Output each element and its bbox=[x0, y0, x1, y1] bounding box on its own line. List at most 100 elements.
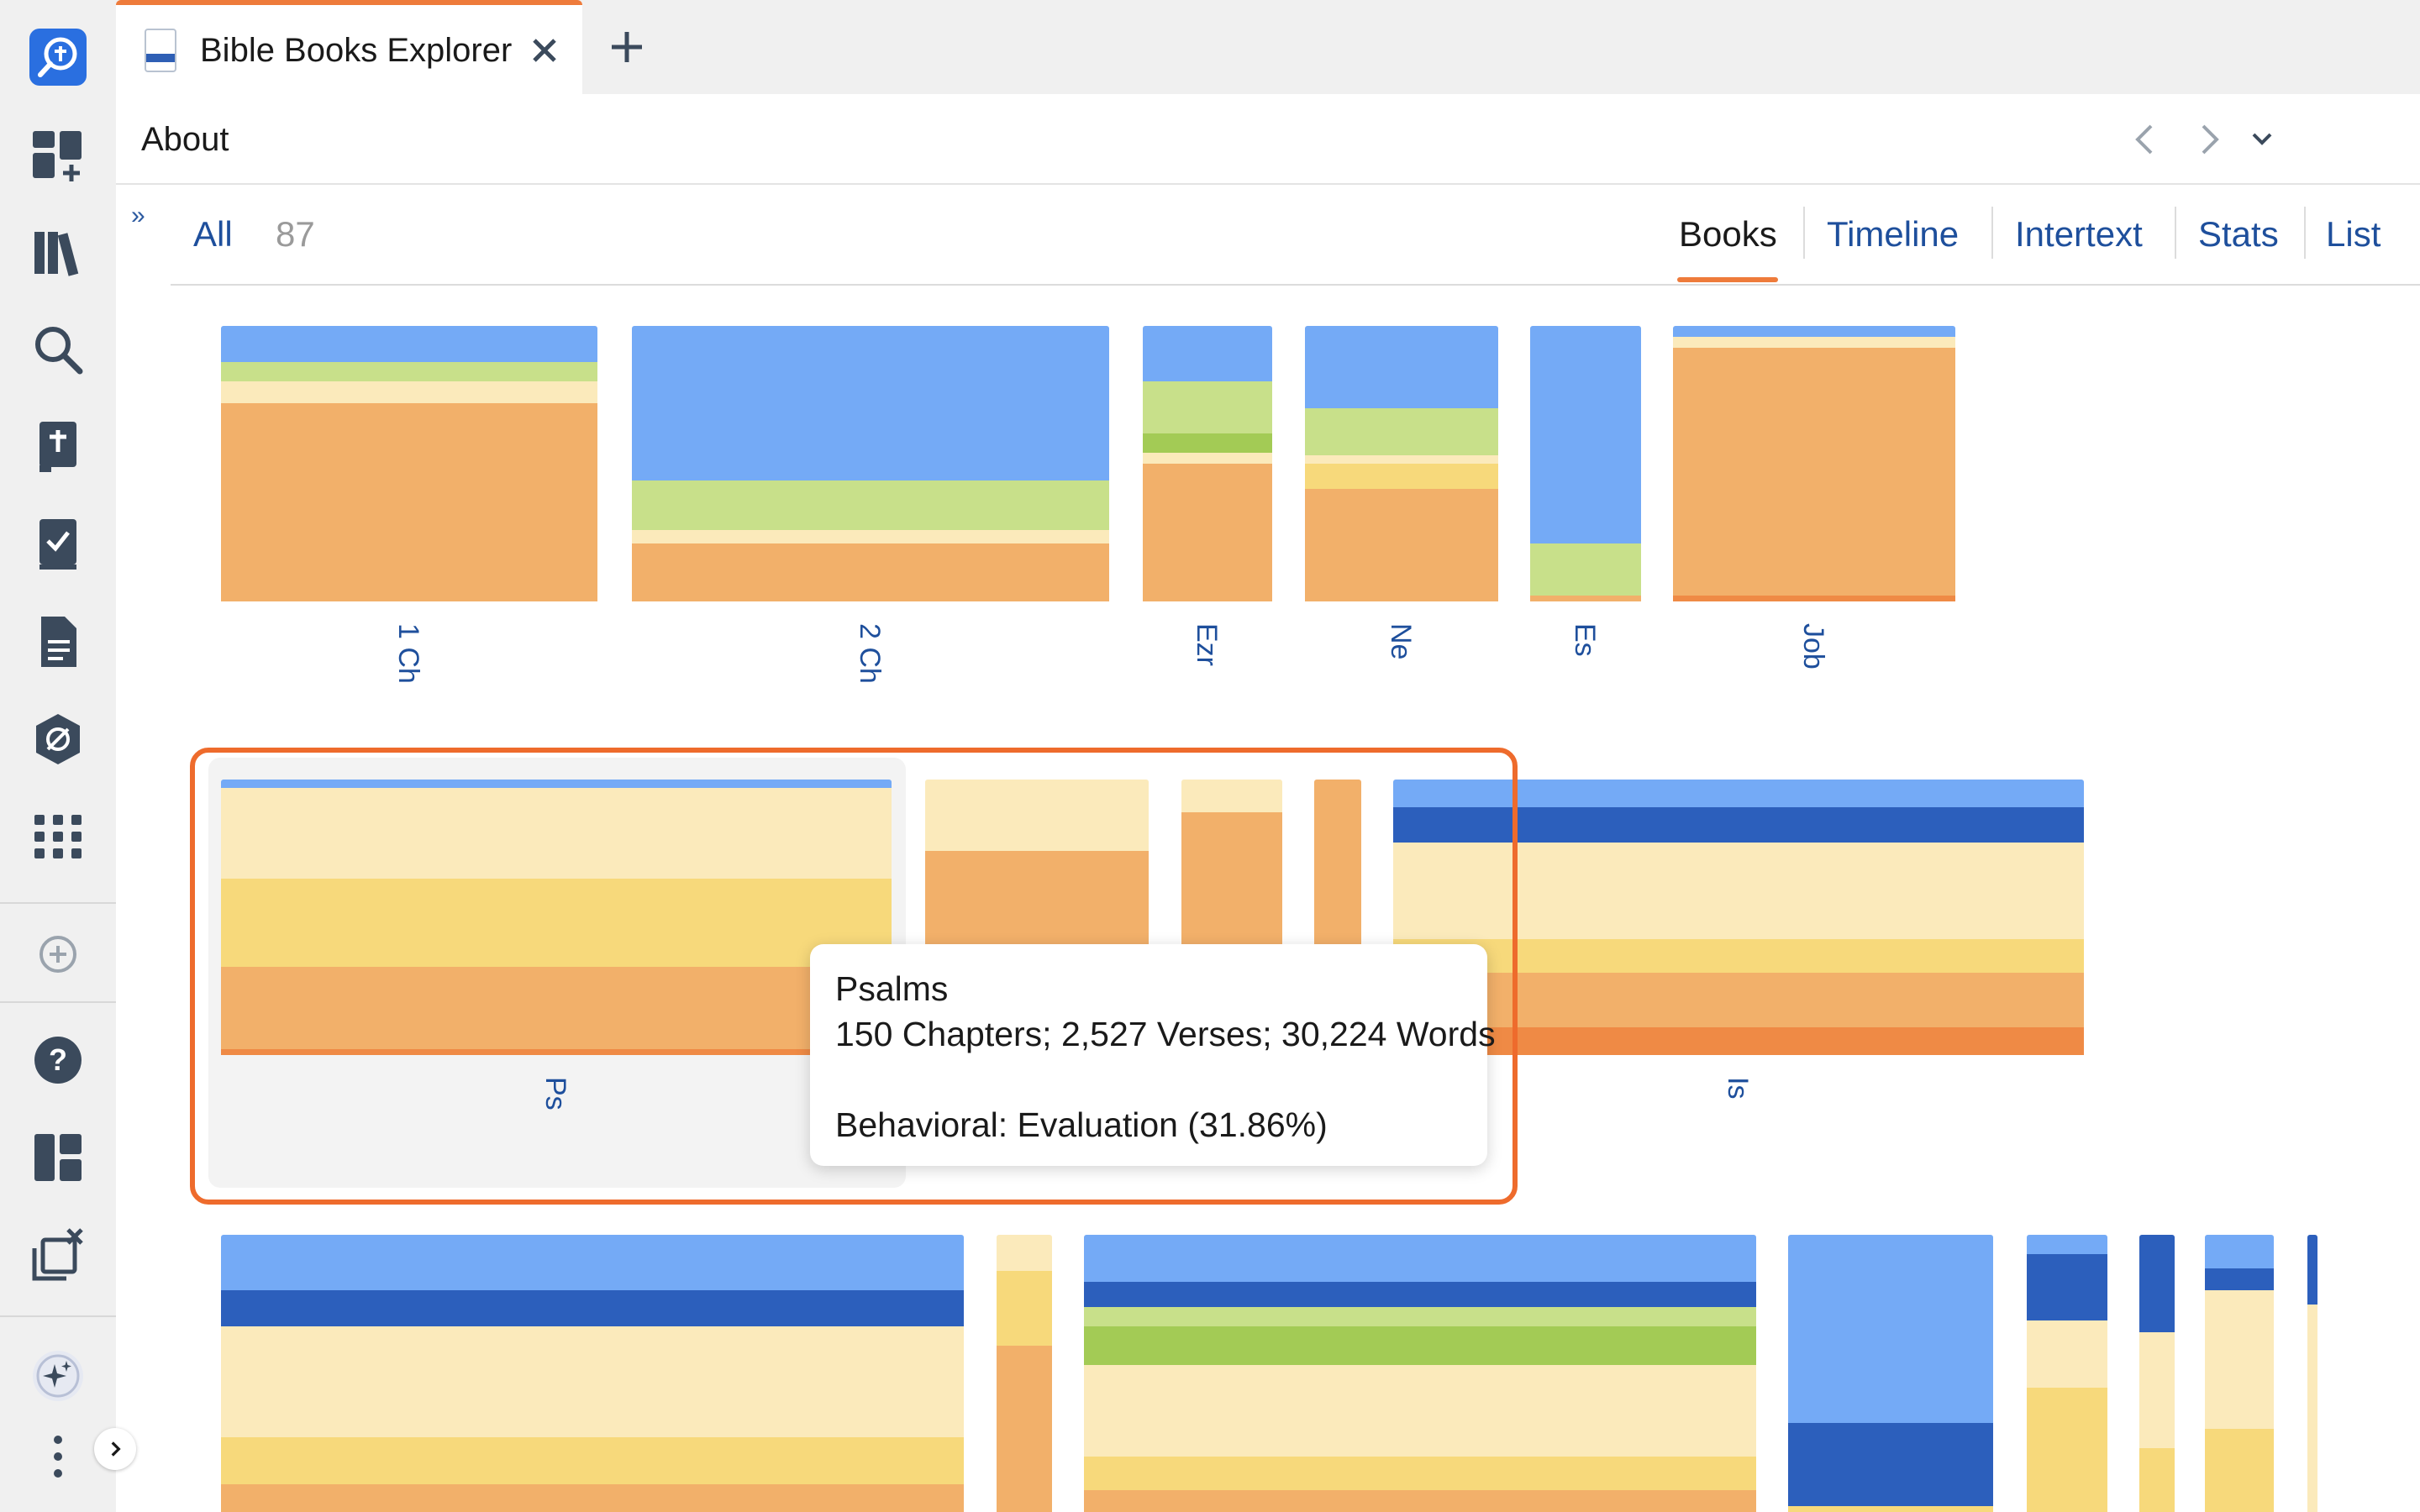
book-label[interactable]: 1 Ch bbox=[392, 623, 424, 684]
add-icon[interactable] bbox=[29, 926, 87, 983]
book-segment bbox=[221, 967, 892, 1051]
book-segment bbox=[1143, 381, 1272, 434]
book-tile[interactable] bbox=[2027, 1235, 2107, 1512]
book-segment bbox=[1084, 1326, 1756, 1367]
book-tile[interactable] bbox=[221, 326, 597, 601]
book-segment bbox=[2027, 1320, 2107, 1389]
book-segment bbox=[1673, 348, 1955, 597]
book-label[interactable]: Ps bbox=[539, 1077, 571, 1110]
book-segment bbox=[1393, 806, 2084, 844]
book-tile[interactable] bbox=[1143, 326, 1272, 601]
book-tile[interactable] bbox=[1393, 780, 2084, 1055]
book-label[interactable]: 2 Ch bbox=[854, 623, 886, 684]
book-segment bbox=[1143, 464, 1272, 601]
book-tile[interactable] bbox=[1530, 326, 1641, 601]
book-segment bbox=[1181, 780, 1282, 814]
book-segment bbox=[221, 326, 597, 363]
book-tile[interactable] bbox=[997, 1235, 1052, 1512]
book-segment bbox=[1393, 972, 2084, 1029]
book-segment bbox=[1084, 1282, 1756, 1308]
expand-icon[interactable] bbox=[94, 1428, 136, 1470]
sidebar-divider bbox=[0, 902, 116, 904]
tooltip-detail: Behavioral: Evaluation (31.86%) bbox=[835, 1105, 1328, 1144]
layouts-icon[interactable] bbox=[29, 1129, 87, 1186]
book-segment bbox=[1788, 1235, 1993, 1425]
bible-search-icon[interactable] bbox=[29, 29, 87, 86]
book-segment bbox=[1530, 543, 1641, 597]
book-segment bbox=[221, 1049, 892, 1055]
book-segment bbox=[221, 879, 892, 969]
forward-icon[interactable] bbox=[2188, 119, 2228, 160]
book-segment bbox=[1673, 326, 1955, 339]
book-tile[interactable] bbox=[1673, 326, 1955, 601]
book-tile[interactable] bbox=[1305, 326, 1498, 601]
filter-all-label[interactable]: All bbox=[193, 213, 233, 255]
search-icon[interactable] bbox=[29, 321, 87, 378]
bible-icon[interactable] bbox=[29, 418, 87, 475]
apps-grid-icon[interactable] bbox=[29, 808, 87, 865]
book-segment bbox=[1084, 1457, 1756, 1491]
tab-intertext[interactable]: Intertext bbox=[2015, 213, 2143, 255]
book-segment bbox=[1530, 326, 1641, 545]
book-label[interactable]: Is bbox=[1722, 1077, 1754, 1099]
book-segment bbox=[2205, 1235, 2274, 1269]
book-segment bbox=[2205, 1290, 2274, 1430]
book-segment bbox=[1084, 1306, 1756, 1327]
book-label[interactable]: Es bbox=[1569, 623, 1601, 657]
book-segment bbox=[2027, 1235, 2107, 1256]
dashboard-add-icon[interactable] bbox=[29, 126, 87, 183]
ai-sparkle-icon[interactable] bbox=[29, 1347, 87, 1404]
book-segment bbox=[632, 326, 1109, 481]
collapse-toggle-icon[interactable]: » bbox=[131, 202, 145, 230]
tab-timeline[interactable]: Timeline bbox=[1827, 213, 1959, 255]
sidebar-divider bbox=[0, 1315, 116, 1317]
checklist-icon[interactable] bbox=[29, 516, 87, 573]
book-segment bbox=[632, 543, 1109, 601]
book-tile[interactable] bbox=[632, 326, 1109, 601]
tab-list[interactable]: List bbox=[2326, 213, 2381, 255]
more-icon[interactable] bbox=[29, 1428, 87, 1485]
atlas-icon[interactable] bbox=[29, 711, 87, 768]
filter-divider bbox=[171, 284, 2420, 286]
book-segment bbox=[632, 529, 1109, 545]
filter-count: 87 bbox=[276, 214, 315, 254]
book-segment bbox=[997, 1346, 1052, 1512]
tab-books[interactable]: Books bbox=[1679, 213, 1777, 255]
tab-bible-books-explorer[interactable]: Bible Books Explorer bbox=[116, 0, 582, 94]
book-tile[interactable] bbox=[1788, 1235, 1993, 1512]
book-segment bbox=[1084, 1365, 1756, 1457]
book-segment bbox=[1305, 464, 1498, 490]
book-segment bbox=[1305, 408, 1498, 457]
book-tile[interactable] bbox=[221, 1235, 964, 1512]
book-tile[interactable] bbox=[2205, 1235, 2274, 1512]
book-label[interactable]: Ne bbox=[1385, 623, 1417, 659]
panel-header: About bbox=[116, 94, 2420, 185]
book-segment bbox=[1673, 337, 1955, 349]
left-sidebar: ? bbox=[0, 0, 116, 1512]
tab-separator bbox=[2175, 207, 2176, 259]
tooltip-title: Psalms bbox=[835, 969, 949, 1008]
history-dropdown-icon[interactable] bbox=[2242, 119, 2282, 160]
book-segment bbox=[2307, 1304, 2317, 1512]
book-tile[interactable] bbox=[221, 780, 892, 1055]
book-label[interactable]: Job bbox=[1797, 623, 1829, 669]
tab-stats[interactable]: Stats bbox=[2198, 213, 2279, 255]
book-segment bbox=[997, 1270, 1052, 1347]
close-panels-icon[interactable] bbox=[29, 1226, 87, 1284]
book-tile[interactable] bbox=[2139, 1235, 2175, 1512]
add-tab-icon[interactable] bbox=[608, 29, 645, 66]
book-segment bbox=[1305, 326, 1498, 410]
book-tile[interactable] bbox=[2307, 1235, 2317, 1512]
close-icon[interactable] bbox=[528, 34, 561, 67]
tooltip-stats: 150 Chapters; 2,527 Verses; 30,224 Words bbox=[835, 1015, 1496, 1053]
book-segment bbox=[1393, 1027, 2084, 1055]
back-icon[interactable] bbox=[2126, 119, 2166, 160]
book-segment bbox=[1788, 1506, 1993, 1512]
book-segment bbox=[1084, 1235, 1756, 1284]
document-icon[interactable] bbox=[29, 613, 87, 670]
help-icon[interactable]: ? bbox=[29, 1032, 87, 1089]
book-tile[interactable] bbox=[1084, 1235, 1756, 1512]
book-segment bbox=[221, 1436, 964, 1485]
library-icon[interactable] bbox=[29, 223, 87, 281]
book-label[interactable]: Ezr bbox=[1191, 623, 1223, 666]
